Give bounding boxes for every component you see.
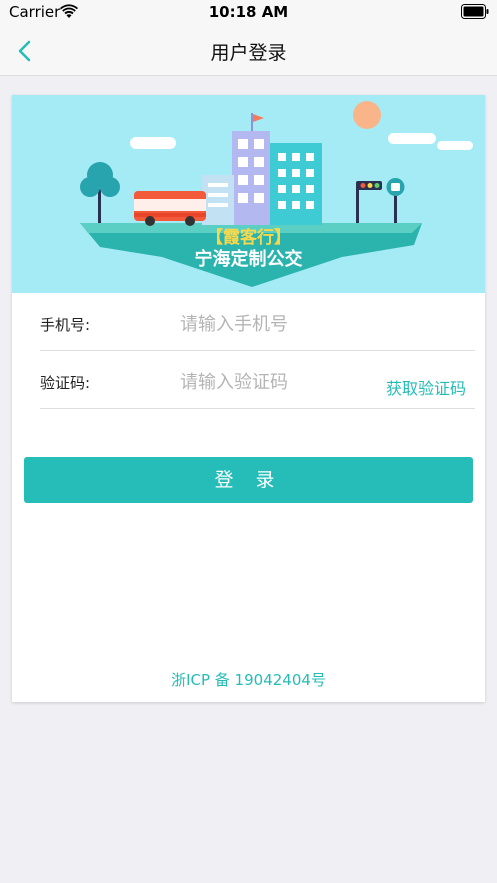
- status-bar: Carrier 10:18 AM: [0, 0, 497, 26]
- banner-illustration: 【霞客行】 宁海定制公交: [12, 95, 485, 293]
- phone-label: 手机号:: [40, 316, 91, 334]
- code-input[interactable]: [180, 369, 380, 395]
- code-row: 验证码: 获取验证码: [40, 351, 475, 409]
- brand-subtitle: 宁海定制公交: [194, 249, 303, 270]
- phone-input[interactable]: [180, 311, 380, 337]
- battery-icon: [461, 4, 489, 19]
- phone-row: 手机号:: [40, 293, 475, 351]
- code-label: 验证码:: [40, 374, 91, 392]
- page-title: 用户登录: [210, 42, 287, 64]
- navigation-bar: 用户登录: [0, 26, 497, 76]
- icp-license[interactable]: 浙ICP 备 19042404号: [12, 669, 485, 690]
- get-code-button[interactable]: 获取验证码: [386, 375, 466, 399]
- login-button[interactable]: 登 录: [24, 457, 473, 503]
- clock: 10:18 AM: [208, 3, 289, 21]
- login-card: 【霞客行】 宁海定制公交 手机号: 验证码: 获取验证码 登 录 浙ICP 备 …: [12, 95, 485, 702]
